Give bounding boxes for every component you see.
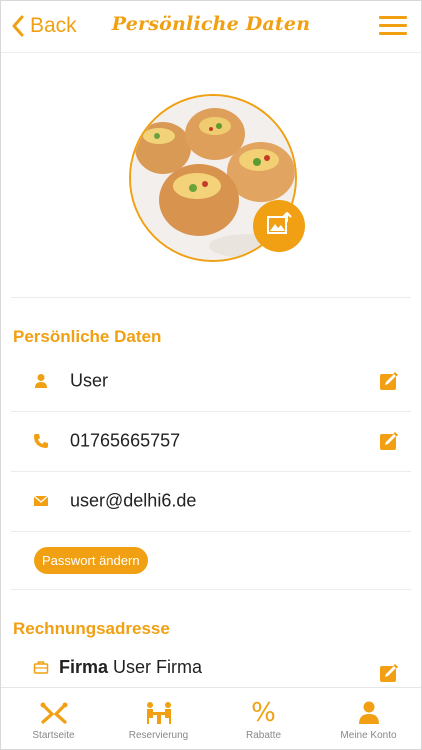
change-photo-button[interactable]: [253, 200, 305, 252]
email-row: user@delhi6.de: [11, 472, 411, 530]
name-row: User: [11, 352, 411, 410]
tab-startseite[interactable]: Startseite: [1, 688, 106, 749]
company-row: Firma User Firma: [11, 651, 411, 691]
top-bar: Back Persönliche Daten: [1, 1, 421, 53]
percent-icon: %: [251, 698, 276, 728]
divider: [11, 589, 411, 590]
name-value: User: [70, 370, 109, 391]
phone-row: 01765665757: [11, 412, 411, 470]
phone-value: 01765665757: [70, 430, 181, 451]
phone-icon: [33, 433, 49, 449]
tab-label: Reservierung: [128, 730, 189, 741]
tab-reservierung[interactable]: Reservierung: [106, 688, 211, 749]
home-cutlery-icon: [38, 700, 70, 726]
tab-label: Rabatte: [245, 730, 282, 741]
billing-heading: Rechnungsadresse: [13, 619, 170, 638]
company-text: Firma User Firma: [59, 657, 202, 678]
company-label: Firma: [59, 657, 109, 677]
edit-pencil-icon[interactable]: [379, 371, 399, 391]
tab-rabatte[interactable]: % Rabatte: [211, 688, 316, 749]
app-screen: Back Persönliche Daten Persönliche Daten…: [0, 0, 422, 750]
account-person-icon: [353, 700, 385, 726]
email-value: user@delhi6.de: [70, 490, 197, 511]
table-reservation-icon: [143, 700, 175, 726]
change-password-button[interactable]: Passwort ändern: [34, 547, 148, 574]
divider: [11, 531, 411, 532]
edit-pencil-icon[interactable]: [379, 431, 399, 451]
profile-photo-area: [129, 94, 305, 262]
bottom-tab-bar: Startseite Reservierung % Rabatte Meine …: [1, 687, 421, 749]
company-value: User Firma: [113, 657, 203, 677]
briefcase-icon: [33, 659, 49, 675]
hamburger-menu-icon[interactable]: [379, 16, 407, 36]
page-title: Persönliche Daten: [111, 13, 311, 35]
tab-label: Startseite: [32, 730, 75, 741]
tab-label: Meine Konto: [340, 730, 397, 741]
edit-pencil-icon[interactable]: [379, 663, 399, 683]
tab-meine-konto[interactable]: Meine Konto: [316, 688, 421, 749]
person-icon: [33, 373, 49, 389]
divider: [11, 297, 411, 298]
personal-data-heading: Persönliche Daten: [13, 327, 162, 346]
envelope-icon: [33, 493, 49, 509]
image-upload-icon: [266, 211, 292, 241]
